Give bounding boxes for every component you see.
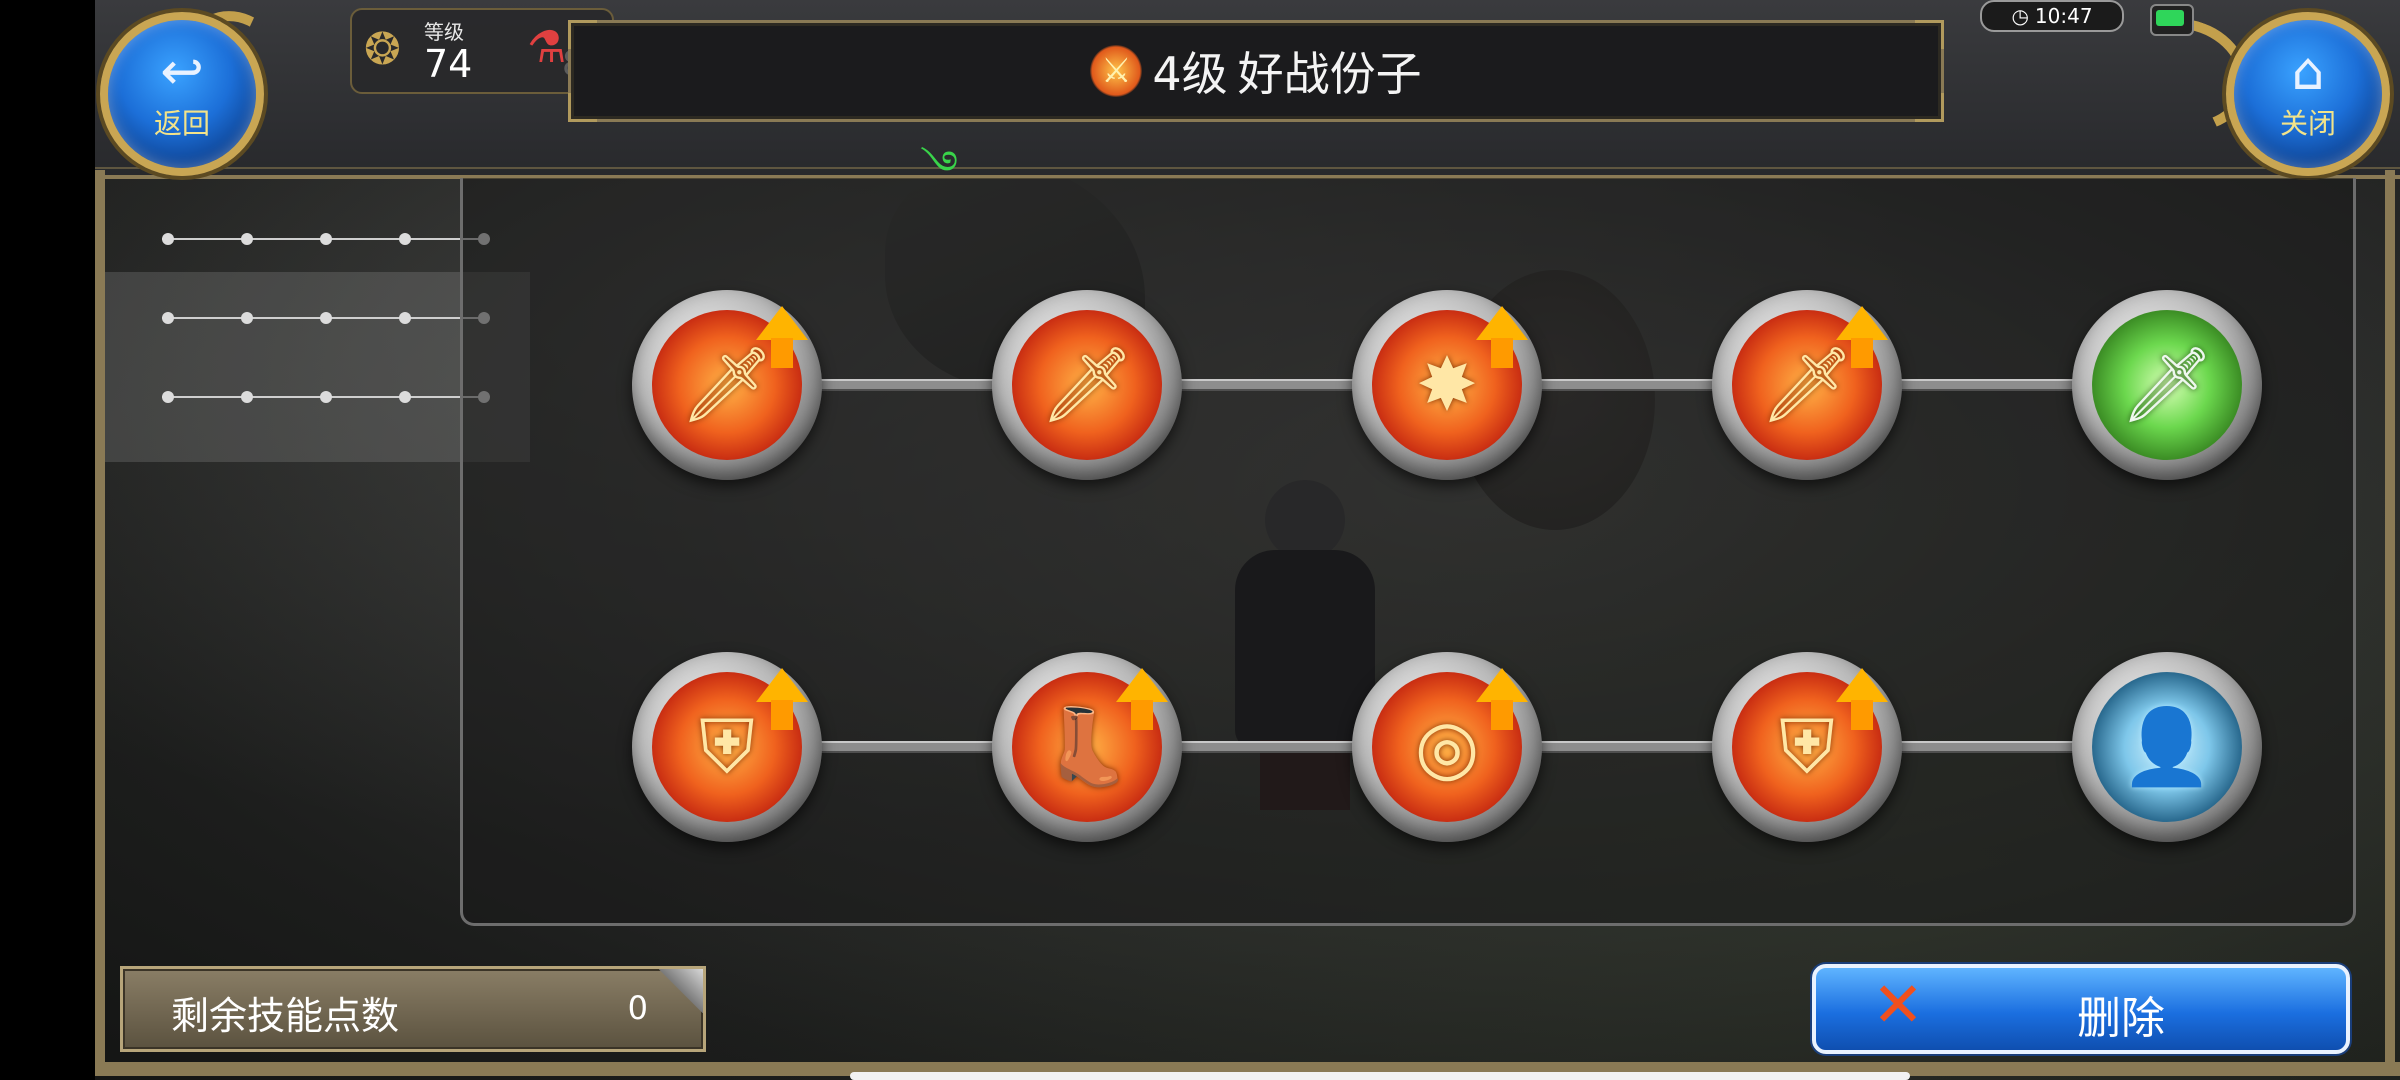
skill-tree-row[interactable]: [162, 390, 490, 404]
upgrade-arrow-icon: [1836, 306, 1888, 368]
sword-burst-icon: 🗡: [1012, 310, 1162, 460]
skill-node[interactable]: ⛨: [1712, 652, 1902, 842]
burst-up-icon: ✸: [1372, 306, 1528, 460]
skill-node[interactable]: 🗡: [992, 290, 1182, 480]
tree-row-node: [241, 391, 253, 403]
skill-tree-row[interactable]: [162, 232, 490, 246]
sword-double-up-icon: 🗡: [1732, 306, 1888, 460]
green-sword-icon: 🗡: [2092, 310, 2242, 460]
close-button-label: 关闭: [2279, 107, 2336, 140]
tree-row-node: [320, 391, 332, 403]
back-button[interactable]: ↩ 返回: [100, 12, 264, 176]
frame-left: [95, 170, 105, 1070]
tree-row-node: [320, 312, 332, 324]
remaining-points-label: 剩余技能点数: [171, 994, 400, 1038]
boot-up-icon: 👢: [1012, 668, 1168, 822]
upgrade-arrow-icon: [1476, 306, 1528, 368]
upgrade-arrow-icon: [756, 668, 808, 730]
upgrade-arrow-icon: [1116, 668, 1168, 730]
skill-name-text: 好战份子: [1237, 47, 1422, 101]
back-button-label: 返回: [153, 107, 210, 140]
remaining-points-value: 0: [627, 989, 648, 1027]
skill-glyph: 👢: [1040, 703, 1134, 790]
skill-glyph: 👤: [2120, 703, 2214, 790]
crossed-swords-icon: ⚔: [1090, 45, 1143, 97]
skill-connector: [812, 741, 1002, 753]
delete-button-label: 删除: [2077, 993, 2165, 1044]
level-value: 74: [424, 42, 473, 86]
skill-connector: [1892, 379, 2082, 391]
shield-double-up-icon: ⛨: [1732, 668, 1888, 822]
skill-connector: [1172, 379, 1362, 391]
frame-right: [2385, 170, 2395, 1070]
tree-row-node: [162, 312, 174, 324]
shield-up-icon: ⛨: [652, 668, 808, 822]
target-up-icon: ◎: [1372, 668, 1528, 822]
skill-connector: [1172, 741, 1362, 753]
tree-row-node: [241, 312, 253, 324]
skill-glyph: 🗡: [2120, 341, 2214, 428]
points-corner-ornament: [659, 969, 703, 1013]
skill-glyph: ✸: [1415, 342, 1478, 428]
tree-row-node: [241, 233, 253, 245]
skill-node[interactable]: 👢: [992, 652, 1182, 842]
skill-level-text: 4级: [1152, 47, 1228, 101]
close-button[interactable]: ⌂ 关闭: [2226, 12, 2390, 176]
potion-icon: ⚗: [527, 22, 567, 73]
skill-tree-row[interactable]: [162, 311, 490, 325]
remaining-points-box: 剩余技能点数 0: [120, 966, 706, 1052]
frame-line: [95, 167, 2400, 169]
clock-time: 10:47: [2034, 4, 2093, 28]
bottom-nav-strip: [850, 1072, 1910, 1080]
skill-node[interactable]: 🗡: [1712, 290, 1902, 480]
skill-glyph: ⛨: [699, 703, 755, 790]
skill-node[interactable]: 🗡: [632, 290, 822, 480]
level-label: 等级: [424, 20, 464, 44]
skill-node[interactable]: ◎: [1352, 652, 1542, 842]
status-clock: ◷ 10:47: [1980, 0, 2124, 32]
dragon-icon: ❂: [364, 24, 401, 75]
skill-node[interactable]: 🗡: [2072, 290, 2262, 480]
skill-node[interactable]: 👤: [2072, 652, 2262, 842]
skill-glyph: ⛨: [1779, 703, 1835, 790]
battery-icon: [2150, 4, 2194, 36]
skill-connector: [1532, 741, 1722, 753]
skill-title-bar: ⚔ 4级 好战份子: [568, 20, 1944, 122]
skill-glyph: ◎: [1414, 704, 1480, 790]
tree-row-node: [320, 233, 332, 245]
sword-up-icon: 🗡: [652, 306, 808, 460]
skill-connector: [1892, 741, 2082, 753]
back-arrow-icon: ↩: [160, 42, 204, 102]
tree-row-node: [399, 312, 411, 324]
skill-glyph: 🗡: [1040, 341, 1134, 428]
home-icon: ⌂: [2291, 42, 2325, 102]
clock-icon: ◷: [2011, 4, 2029, 28]
figure-icon: 👤: [2092, 672, 2242, 822]
skill-connector: [1532, 379, 1722, 391]
skill-glyph: 🗡: [680, 341, 774, 428]
tree-row-node: [162, 233, 174, 245]
upgrade-arrow-icon: [756, 306, 808, 368]
delete-button[interactable]: ✕ 删除: [1812, 964, 2350, 1054]
battery-fill: [2156, 10, 2184, 26]
skill-node[interactable]: ✸: [1352, 290, 1542, 480]
skill-connector: [812, 379, 1002, 391]
tree-row-node: [399, 391, 411, 403]
tree-row-node: [162, 391, 174, 403]
upgrade-arrow-icon: [1836, 668, 1888, 730]
skill-node[interactable]: ⛨: [632, 652, 822, 842]
upgrade-arrow-icon: [1476, 668, 1528, 730]
skill-glyph: 🗡: [1760, 341, 1854, 428]
skill-title: ⚔ 4级 好战份子: [571, 23, 1941, 119]
tree-row-node: [399, 233, 411, 245]
